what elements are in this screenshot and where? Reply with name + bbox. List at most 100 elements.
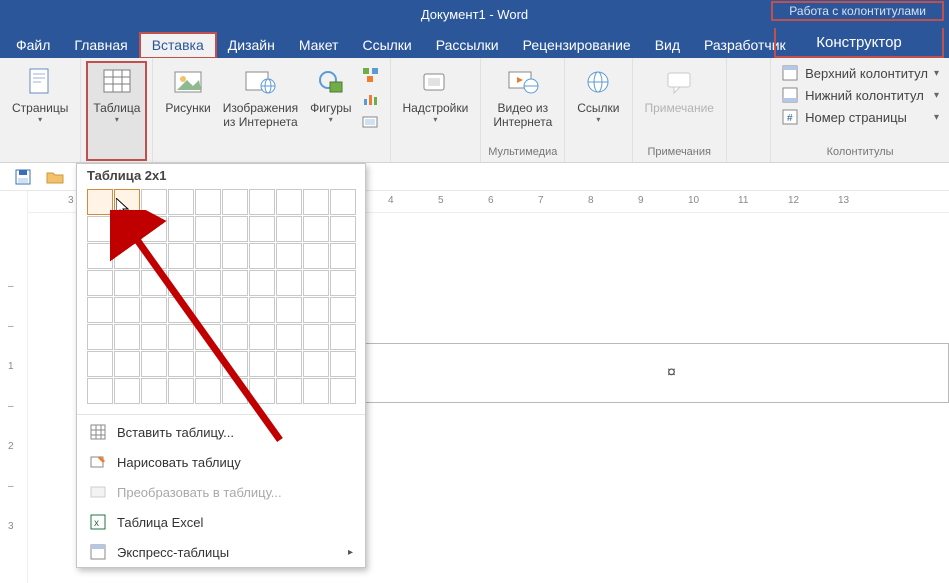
table-size-grid[interactable]	[77, 189, 365, 412]
table-grid-cell[interactable]	[330, 216, 356, 242]
table-grid-cell[interactable]	[249, 324, 275, 350]
tab-references[interactable]: Ссылки	[350, 33, 423, 58]
table-grid-cell[interactable]	[114, 378, 140, 404]
table-grid-cell[interactable]	[87, 189, 113, 215]
table-grid-cell[interactable]	[330, 378, 356, 404]
table-grid-cell[interactable]	[222, 270, 248, 296]
table-grid-cell[interactable]	[303, 378, 329, 404]
table-grid-cell[interactable]	[249, 189, 275, 215]
table-grid-cell[interactable]	[303, 324, 329, 350]
table-grid-cell[interactable]	[195, 297, 221, 323]
tab-design[interactable]: Дизайн	[216, 33, 287, 58]
tab-review[interactable]: Рецензирование	[511, 33, 643, 58]
table-grid-cell[interactable]	[330, 270, 356, 296]
table-grid-cell[interactable]	[276, 297, 302, 323]
table-grid-cell[interactable]	[114, 189, 140, 215]
smartart-button[interactable]	[360, 64, 382, 86]
table-grid-cell[interactable]	[303, 216, 329, 242]
table-grid-cell[interactable]	[249, 270, 275, 296]
table-grid-cell[interactable]	[87, 297, 113, 323]
pages-button[interactable]: Страницы ▾	[6, 62, 74, 160]
table-grid-cell[interactable]	[168, 216, 194, 242]
table-grid-cell[interactable]	[141, 189, 167, 215]
tab-file[interactable]: Файл	[4, 33, 62, 58]
table-button[interactable]: Таблица ▾	[87, 62, 146, 160]
tab-view[interactable]: Вид	[643, 33, 692, 58]
table-grid-cell[interactable]	[87, 324, 113, 350]
table-grid-cell[interactable]	[195, 351, 221, 377]
pictures-button[interactable]: Рисунки	[159, 62, 216, 119]
chart-button[interactable]	[360, 88, 382, 110]
quick-tables-item[interactable]: Экспресс-таблицы ▸	[77, 537, 365, 567]
table-grid-cell[interactable]	[114, 243, 140, 269]
table-grid-cell[interactable]	[87, 270, 113, 296]
footer-button[interactable]: Нижний колонтитул ▾	[779, 84, 941, 106]
online-video-button[interactable]: Видео из Интернета	[487, 62, 558, 133]
table-grid-cell[interactable]	[141, 351, 167, 377]
table-grid-cell[interactable]	[276, 216, 302, 242]
table-grid-cell[interactable]	[249, 297, 275, 323]
save-button[interactable]	[14, 168, 32, 186]
table-grid-cell[interactable]	[195, 378, 221, 404]
table-grid-cell[interactable]	[114, 324, 140, 350]
table-grid-cell[interactable]	[141, 378, 167, 404]
table-grid-cell[interactable]	[141, 324, 167, 350]
table-grid-cell[interactable]	[168, 297, 194, 323]
table-grid-cell[interactable]	[330, 189, 356, 215]
insert-table-item[interactable]: Вставить таблицу...	[77, 417, 365, 447]
table-grid-cell[interactable]	[87, 378, 113, 404]
table-grid-cell[interactable]	[168, 378, 194, 404]
table-grid-cell[interactable]	[141, 243, 167, 269]
comment-button[interactable]: Примечание	[639, 62, 720, 119]
tab-layout[interactable]: Макет	[287, 33, 351, 58]
table-grid-cell[interactable]	[114, 351, 140, 377]
open-button[interactable]	[46, 168, 64, 186]
links-button[interactable]: Ссылки ▾	[571, 62, 625, 128]
table-grid-cell[interactable]	[114, 270, 140, 296]
table-grid-cell[interactable]	[141, 297, 167, 323]
table-grid-cell[interactable]	[87, 216, 113, 242]
screenshot-button[interactable]	[360, 112, 382, 134]
tab-designer[interactable]: Конструктор	[774, 28, 944, 58]
table-grid-cell[interactable]	[195, 243, 221, 269]
table-grid-cell[interactable]	[168, 270, 194, 296]
table-grid-cell[interactable]	[195, 324, 221, 350]
table-grid-cell[interactable]	[303, 270, 329, 296]
tab-home[interactable]: Главная	[62, 33, 139, 58]
table-grid-cell[interactable]	[249, 243, 275, 269]
table-grid-cell[interactable]	[303, 189, 329, 215]
table-grid-cell[interactable]	[168, 351, 194, 377]
table-grid-cell[interactable]	[330, 243, 356, 269]
tab-mailings[interactable]: Рассылки	[424, 33, 511, 58]
table-grid-cell[interactable]	[222, 243, 248, 269]
table-grid-cell[interactable]	[222, 189, 248, 215]
pagenum-button[interactable]: # Номер страницы ▾	[779, 106, 941, 128]
table-grid-cell[interactable]	[195, 270, 221, 296]
excel-table-item[interactable]: x Таблица Excel	[77, 507, 365, 537]
header-button[interactable]: Верхний колонтитул ▾	[779, 62, 941, 84]
table-grid-cell[interactable]	[168, 324, 194, 350]
table-grid-cell[interactable]	[276, 351, 302, 377]
table-grid-cell[interactable]	[141, 270, 167, 296]
table-grid-cell[interactable]	[222, 324, 248, 350]
table-grid-cell[interactable]	[195, 189, 221, 215]
table-grid-cell[interactable]	[303, 243, 329, 269]
table-grid-cell[interactable]	[276, 189, 302, 215]
table-grid-cell[interactable]	[276, 243, 302, 269]
draw-table-item[interactable]: Нарисовать таблицу	[77, 447, 365, 477]
table-grid-cell[interactable]	[195, 216, 221, 242]
table-grid-cell[interactable]	[276, 378, 302, 404]
table-grid-cell[interactable]	[168, 243, 194, 269]
table-grid-cell[interactable]	[303, 351, 329, 377]
table-grid-cell[interactable]	[114, 216, 140, 242]
table-grid-cell[interactable]	[303, 297, 329, 323]
table-grid-cell[interactable]	[141, 216, 167, 242]
table-grid-cell[interactable]	[222, 297, 248, 323]
table-grid-cell[interactable]	[330, 324, 356, 350]
table-grid-cell[interactable]	[249, 351, 275, 377]
table-grid-cell[interactable]	[330, 297, 356, 323]
online-pictures-button[interactable]: Изображения из Интернета	[217, 62, 304, 133]
table-grid-cell[interactable]	[276, 270, 302, 296]
shapes-button[interactable]: Фигуры ▾	[304, 62, 357, 128]
table-grid-cell[interactable]	[168, 189, 194, 215]
